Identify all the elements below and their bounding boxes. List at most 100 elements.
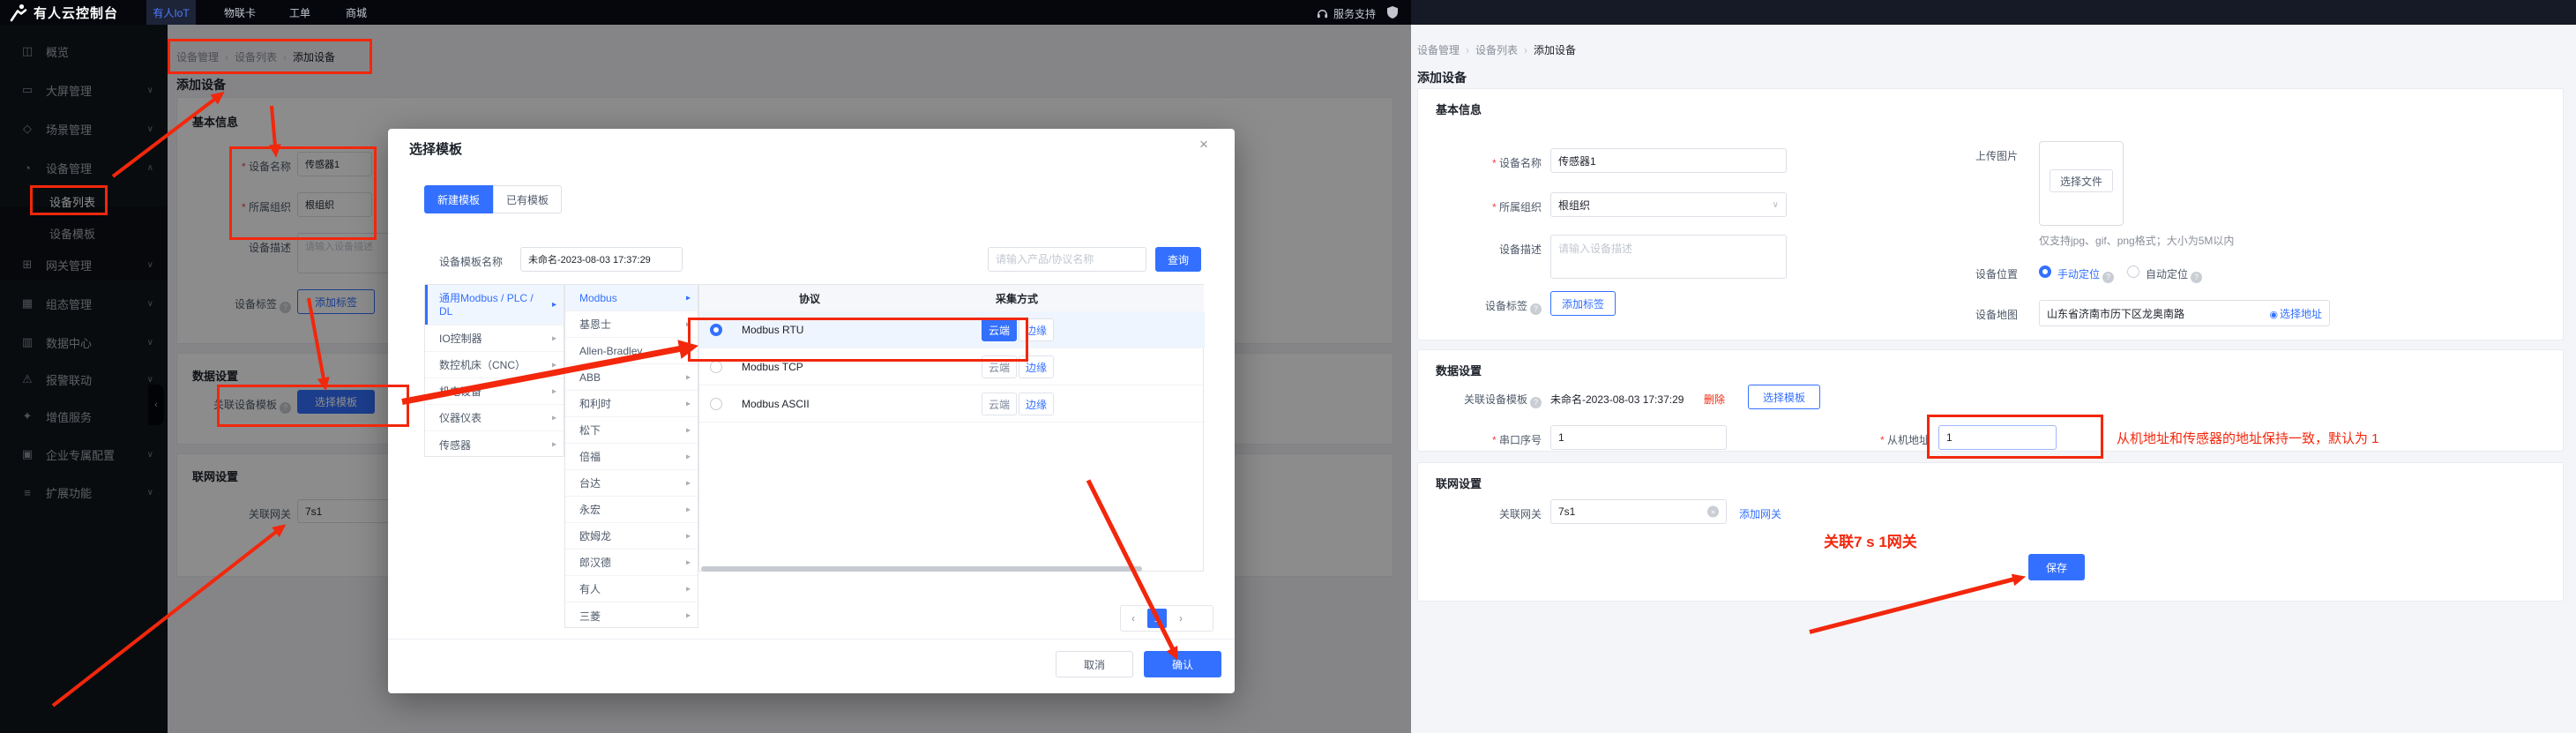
brand-column: Modbus 基恩士 Allen-Bradley ABB 和利时 松下 倍福 台… [564, 284, 698, 628]
support-area[interactable]: 服务支持 [1316, 6, 1376, 21]
nav-tab-workorder[interactable]: 工单 [282, 0, 317, 25]
add-tag-button[interactable]: 添加标签 [1550, 291, 1616, 316]
protocol-table: 协议 采集方式 Modbus RTU 云端 边缘 Modbus TCP 云端 边… [698, 284, 1204, 572]
device-name-input[interactable] [1550, 148, 1787, 173]
search-input[interactable] [988, 247, 1146, 272]
brand-item-omron[interactable]: 欧姆龙 [565, 523, 698, 550]
add-gateway-link[interactable]: 添加网关 [1739, 506, 1781, 521]
screenshot-stage: 有人云控制台 有人IoT 物联卡 工单 商城 服务支持 ◫ 概览 ▭ 大屏管理 … [0, 0, 2576, 733]
brand-item-fatek[interactable]: 永宏 [565, 497, 698, 523]
brand-title: 有人云控制台 [34, 4, 118, 22]
delete-template-link[interactable]: 删除 [1704, 392, 1725, 407]
device-desc-textarea[interactable] [1550, 235, 1787, 279]
selected-bar [425, 285, 428, 325]
device-map-label: 设备地图 [1975, 307, 2028, 322]
category-item-io[interactable]: IO控制器 [425, 325, 564, 352]
brand-item-panasonic[interactable]: 松下 [565, 417, 698, 444]
search-input-field[interactable] [996, 253, 1139, 266]
page-title: 添加设备 [1417, 69, 1467, 86]
brand-item-abb[interactable]: ABB [565, 364, 698, 391]
edge-collect-button[interactable]: 边缘 [1019, 393, 1054, 415]
help-icon [2191, 272, 2202, 283]
radio-icon[interactable] [710, 361, 722, 373]
device-address-input[interactable]: 山东省济南市历下区龙奥南路 选择地址 [2039, 300, 2330, 326]
template-name-input[interactable]: 未命名-2023-08-03 17:37:29 [520, 247, 683, 272]
edge-collect-button[interactable]: 边缘 [1019, 355, 1054, 378]
brand-item-allen-bradley[interactable]: Allen-Bradley [565, 338, 698, 364]
pagination: ‹ 1 › [1120, 605, 1213, 632]
next-page-icon[interactable]: › [1179, 612, 1183, 625]
shield-icon[interactable] [1386, 5, 1399, 22]
manual-location-option[interactable]: 手动定位 [2057, 266, 2114, 283]
confirm-button[interactable]: 确认 [1144, 651, 1221, 677]
choose-address-link[interactable]: 选择地址 [2269, 306, 2322, 321]
gateway-input[interactable]: 7s1 [1550, 499, 1727, 524]
brand-item-usr[interactable]: 有人 [565, 576, 698, 602]
category-item-sensor[interactable]: 传感器 [425, 431, 564, 458]
template-label: 关联设备模板 [1420, 392, 1542, 408]
nav-tab-mall[interactable]: 商城 [339, 0, 374, 25]
clear-icon[interactable] [1707, 506, 1719, 518]
serial-port-input[interactable] [1550, 425, 1727, 450]
prev-page-icon[interactable]: ‹ [1131, 612, 1135, 625]
category-item-instrument[interactable]: 仪器仪表 [425, 405, 564, 431]
save-button[interactable]: 保存 [2028, 554, 2085, 580]
protocol-row-modbus-tcp[interactable]: Modbus TCP 云端 边缘 [699, 348, 1205, 385]
protocol-row-modbus-rtu[interactable]: Modbus RTU 云端 边缘 [699, 311, 1205, 348]
cloud-collect-button[interactable]: 云端 [982, 318, 1017, 341]
breadcrumb-device-list[interactable]: 设备列表 [1475, 44, 1534, 56]
auto-location-option[interactable]: 自动定位 [2146, 266, 2202, 283]
brand-item-hollysys[interactable]: 和利时 [565, 391, 698, 417]
help-icon [1530, 397, 1542, 408]
radio-icon[interactable] [710, 398, 722, 410]
headset-icon [1316, 7, 1329, 20]
org-select[interactable]: 根组织 [1550, 192, 1787, 217]
template-value: 未命名-2023-08-03 17:37:29 [1550, 392, 1684, 407]
cloud-collect-button[interactable]: 云端 [982, 355, 1017, 378]
basic-info-section-title: 基本信息 [1436, 101, 1482, 117]
brand-item-modbus[interactable]: Modbus [565, 285, 698, 311]
page-number[interactable]: 1 [1147, 609, 1167, 628]
org-label: 所属组织 [1437, 199, 1542, 214]
nav-tab-sim[interactable]: 物联卡 [217, 0, 263, 25]
slave-address-input[interactable] [1938, 425, 2057, 450]
upload-image-label: 上传图片 [1975, 148, 2028, 163]
close-icon[interactable]: × [1199, 136, 1208, 153]
breadcrumb-device-mgmt[interactable]: 设备管理 [1417, 44, 1475, 56]
search-button[interactable]: 查询 [1155, 247, 1201, 272]
breadcrumb-add-device: 添加设备 [1534, 44, 1576, 56]
edge-collect-button[interactable]: 边缘 [1019, 318, 1054, 341]
network-settings-section-title: 联网设置 [1436, 475, 1482, 491]
brand-item-keyence[interactable]: 基恩士 [565, 311, 698, 338]
radio-auto-location[interactable] [2127, 266, 2139, 278]
choose-file-button[interactable]: 选择文件 [2050, 169, 2113, 192]
brand-item-langhande[interactable]: 郎汉德 [565, 550, 698, 576]
choose-template-button[interactable]: 选择模板 [1748, 385, 1820, 409]
brand-item-delta[interactable]: 台达 [565, 470, 698, 497]
tab-existing-template[interactable]: 已有模板 [493, 185, 562, 213]
radio-selected-icon[interactable] [710, 324, 722, 336]
category-column: 通用Modbus / PLC / DL IO控制器 数控机床（CNC） 机电设备… [424, 284, 564, 457]
category-item-electromech[interactable]: 机电设备 [425, 378, 564, 405]
horizontal-scrollbar[interactable] [701, 566, 1142, 572]
modal-title: 选择模板 [409, 139, 462, 158]
gateway-label: 关联网关 [1478, 506, 1542, 521]
left-topbar: 有人云控制台 [0, 0, 1411, 25]
nav-tab-iot[interactable]: 有人IoT [146, 0, 196, 25]
radio-manual-location[interactable] [2039, 266, 2051, 278]
right-panel: 有人IoT 物联卡 工单 商城 设备管理设备列表添加设备 添加设备 基本信息 设… [1411, 0, 2576, 733]
protocol-row-modbus-ascii[interactable]: Modbus ASCII 云端 边缘 [699, 385, 1205, 423]
tab-new-template[interactable]: 新建模板 [424, 185, 493, 213]
breadcrumb: 设备管理设备列表添加设备 [1417, 42, 1576, 57]
cloud-collect-button[interactable]: 云端 [982, 393, 1017, 415]
category-item-cnc[interactable]: 数控机床（CNC） [425, 352, 564, 378]
method-column-header: 采集方式 [920, 285, 1114, 311]
brand-item-mitsubishi[interactable]: 三菱 [565, 602, 698, 629]
brand-item-beckhoff[interactable]: 倍福 [565, 444, 698, 470]
device-name-label: 设备名称 [1437, 155, 1542, 170]
category-item-modbus-plc[interactable]: 通用Modbus / PLC / DL [425, 285, 564, 325]
header-filler [1114, 285, 1204, 311]
annotation-note-slave: 从机地址和传感器的地址保持一致，默认为 1 [2117, 429, 2379, 447]
footer-divider [388, 639, 1235, 640]
cancel-button[interactable]: 取消 [1056, 651, 1133, 677]
